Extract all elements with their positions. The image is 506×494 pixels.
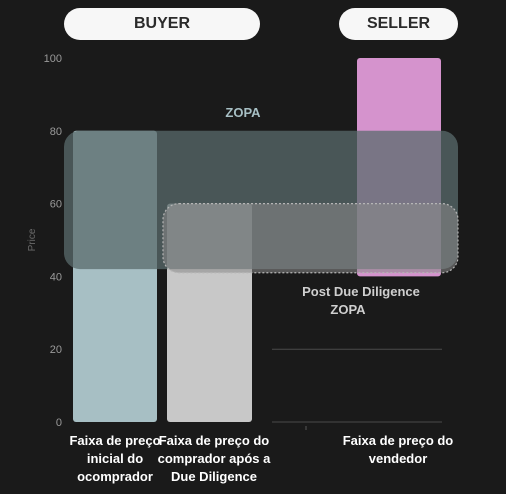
y-tick-label: 100 (44, 53, 62, 65)
y-tick-label: 80 (50, 126, 62, 138)
zopa-chart: 0 20 40 60 80 100 Price ZOPA Post Due Diligence Z… (27, 53, 459, 430)
y-tick-label: 60 (50, 199, 62, 211)
x-label-seller: Faixa de preço do vendedor (342, 433, 454, 466)
y-tick-label: 40 (50, 271, 62, 283)
y-axis-label: Price (27, 228, 38, 251)
y-tick-label: 0 (56, 417, 62, 429)
x-label-buyer-post-dd: Faixa de preço do comprador após a Due D… (157, 433, 271, 484)
post-zopa-overlay (162, 203, 459, 274)
zopa-label: ZOPA (225, 105, 261, 120)
post-zopa-label-line1: Post Due Diligence (302, 284, 420, 299)
y-tick-label: 20 (50, 344, 62, 356)
post-zopa-label-line2: ZOPA (330, 302, 366, 317)
